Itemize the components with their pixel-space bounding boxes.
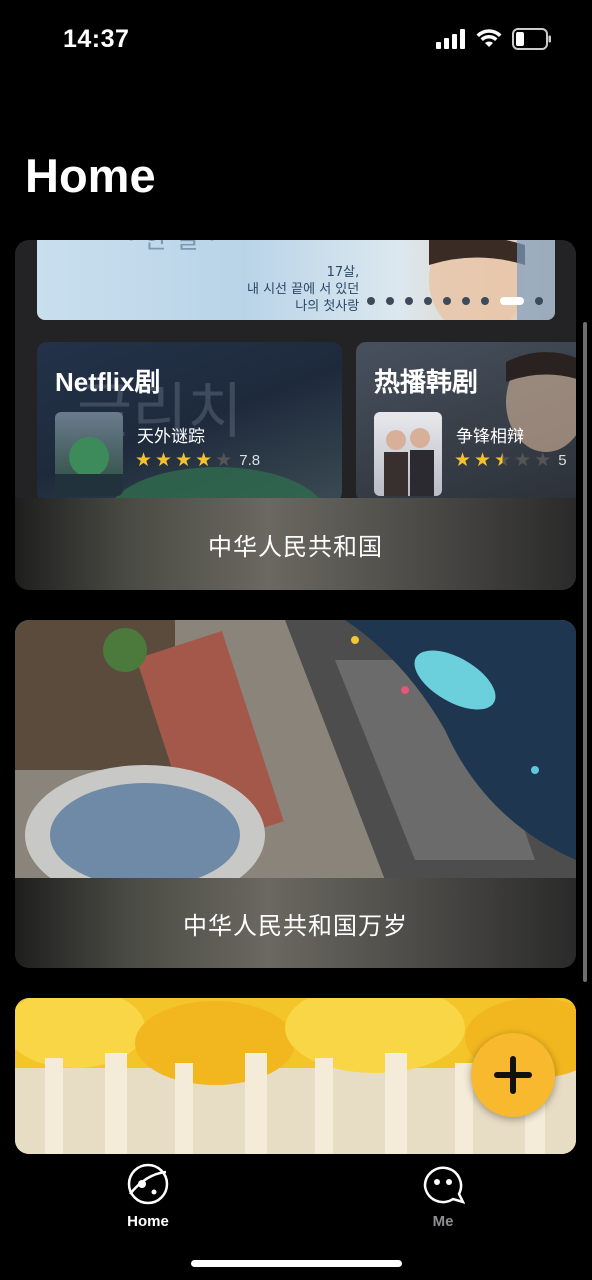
tab-label: Home (127, 1213, 169, 1230)
category-tile-netflix[interactable]: 글리치 Netflix剧 天外谜踪 ★ ★ ★ ★ ★ 7.8 (37, 342, 342, 502)
card-caption: 中华人民共和国万岁 (15, 878, 576, 968)
carousel-dot[interactable] (386, 297, 394, 305)
planet-icon (127, 1163, 169, 1205)
wifi-icon (476, 29, 502, 47)
tile-title: 热播韩剧 (374, 367, 479, 397)
poster-thumbnail (374, 412, 442, 496)
status-icons (436, 28, 552, 50)
banner-text: 17살, 내 시선 끝에 서 있던 나의 첫사랑 (247, 265, 360, 314)
carousel-dot[interactable] (424, 297, 432, 305)
category-tile-kdrama[interactable]: 热播韩剧 争锋相辩 ★ ★ ★ ★ ★ 5 (356, 342, 576, 502)
star-icon: ★ (175, 450, 193, 471)
home-indicator (191, 1260, 402, 1267)
cellular-signal-icon (436, 29, 465, 49)
carousel-dot[interactable] (462, 297, 470, 305)
featured-card[interactable]: · 한 달 · 17살, 내 시선 끝에 서 있던 나의 첫사랑 글리치 Net… (15, 240, 576, 590)
card-caption: 中华人民共和国 (15, 498, 576, 590)
star-icon: ★ (135, 450, 153, 471)
rating-value: 5 (558, 452, 567, 469)
star-icon: ★ (454, 450, 472, 471)
tab-me[interactable]: Me (403, 1162, 483, 1230)
battery-icon (512, 28, 551, 50)
carousel-dots[interactable] (367, 297, 543, 305)
tab-label: Me (432, 1213, 454, 1230)
star-icon: ★ (215, 450, 233, 471)
photo-image (15, 620, 576, 880)
ghost-face-icon (423, 1166, 466, 1205)
carousel-dot[interactable] (535, 297, 543, 305)
carousel-banner[interactable]: · 한 달 · 17살, 내 시선 끝에 서 있던 나의 첫사랑 (37, 240, 555, 320)
star-rating: ★ ★ ★ ★ ★ 5 (454, 449, 567, 472)
show-title: 争锋相辩 (456, 427, 524, 446)
status-time: 14:37 (63, 25, 130, 53)
star-icon: ★ (155, 450, 173, 471)
add-button[interactable] (471, 1033, 555, 1117)
svg-text:· 한 달 ·: · 한 달 · (127, 240, 216, 255)
carousel-dot[interactable] (443, 297, 451, 305)
star-half-icon: ★ (494, 450, 512, 471)
scrollbar[interactable] (583, 322, 587, 982)
plus-icon (494, 1056, 532, 1094)
carousel-dot[interactable] (367, 297, 375, 305)
star-icon: ★ (195, 450, 213, 471)
carousel-dot[interactable] (481, 297, 489, 305)
star-icon: ★ (474, 450, 492, 471)
status-bar: 14:37 (0, 0, 592, 80)
poster-thumbnail (55, 412, 123, 496)
star-icon: ★ (514, 450, 532, 471)
carousel-dot[interactable] (500, 297, 524, 305)
star-icon: ★ (534, 450, 552, 471)
rating-value: 7.8 (239, 452, 261, 469)
star-rating: ★ ★ ★ ★ ★ 7.8 (135, 449, 260, 472)
tab-home[interactable]: Home (108, 1162, 188, 1230)
tile-title: Netflix剧 (55, 367, 161, 397)
page-title: Home (25, 149, 156, 202)
photo-card[interactable]: 中华人民共和国万岁 (15, 620, 576, 968)
carousel-dot[interactable] (405, 297, 413, 305)
show-title: 天外谜踪 (137, 427, 205, 446)
